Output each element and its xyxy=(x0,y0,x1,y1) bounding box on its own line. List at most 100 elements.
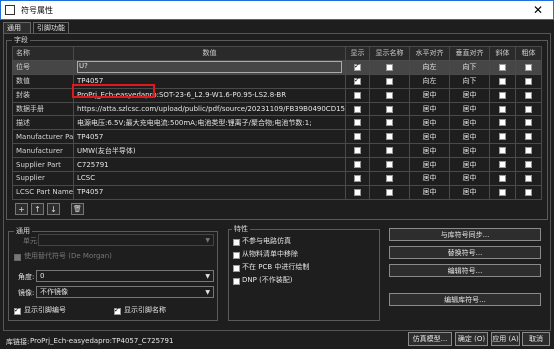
show-name-checkbox[interactable] xyxy=(369,129,410,145)
demorgan-checkbox[interactable] xyxy=(14,252,21,261)
show-checkbox[interactable] xyxy=(345,59,370,75)
checkbox[interactable] xyxy=(354,161,361,169)
checkbox[interactable] xyxy=(499,105,506,113)
show-name-checkbox[interactable] xyxy=(369,87,410,103)
attribute-checkbox[interactable] xyxy=(233,276,240,285)
checkbox[interactable] xyxy=(525,63,532,71)
show-checkbox[interactable] xyxy=(345,101,370,117)
field-value-cell[interactable]: TP4057 xyxy=(73,129,346,145)
show-checkbox[interactable] xyxy=(345,115,370,131)
show-name-checkbox[interactable] xyxy=(369,157,410,173)
italic-checkbox[interactable] xyxy=(489,59,516,75)
sim-model-button[interactable]: 仿真模型... xyxy=(408,332,452,346)
show-name-checkbox[interactable] xyxy=(369,171,410,186)
halign-cell[interactable]: 居中 xyxy=(409,184,450,200)
valign-cell[interactable]: 居中 xyxy=(449,157,490,173)
italic-checkbox[interactable] xyxy=(489,143,516,159)
move-down-button[interactable]: ↓ xyxy=(47,203,60,215)
checkbox[interactable] xyxy=(354,174,361,182)
apply-button[interactable]: 应用 (A) xyxy=(491,332,520,346)
checkbox[interactable] xyxy=(499,77,506,85)
valign-cell[interactable]: 居中 xyxy=(449,171,490,186)
mirror-select[interactable]: 不作镜像 ▼ xyxy=(36,286,214,298)
field-value-cell[interactable]: C725791 xyxy=(73,157,346,173)
angle-select[interactable]: 0 ▼ xyxy=(36,270,214,282)
add-field-button[interactable]: + xyxy=(15,203,28,215)
show-checkbox[interactable] xyxy=(345,171,370,186)
halign-cell[interactable]: 居中 xyxy=(409,101,450,117)
show-name-checkbox[interactable] xyxy=(369,73,410,89)
italic-checkbox[interactable] xyxy=(489,101,516,117)
checkbox[interactable] xyxy=(525,147,532,155)
checkbox[interactable] xyxy=(499,63,506,71)
delete-field-button[interactable]: 🗑 xyxy=(71,203,84,215)
edit-library-symbol-button[interactable]: 编辑库符号... xyxy=(389,293,541,306)
table-row[interactable]: Supplier Part C725791 居中 居中 xyxy=(12,157,542,173)
halign-cell[interactable]: 居中 xyxy=(409,87,450,103)
field-name-cell[interactable]: Supplier Part xyxy=(12,157,74,173)
halign-cell[interactable]: 居中 xyxy=(409,143,450,159)
checkbox[interactable] xyxy=(386,161,393,169)
italic-checkbox[interactable] xyxy=(489,115,516,131)
checkbox[interactable] xyxy=(499,174,506,182)
italic-checkbox[interactable] xyxy=(489,184,516,200)
close-icon[interactable]: ✕ xyxy=(533,3,543,17)
sync-library-symbol-button[interactable]: 与库符号同步... xyxy=(389,228,541,241)
valign-cell[interactable]: 居中 xyxy=(449,115,490,131)
show-pin-number-checkbox[interactable] xyxy=(14,306,21,315)
attribute-checkbox[interactable] xyxy=(233,250,240,259)
table-row[interactable]: 数据手册 https://atta.szlcsc.com/upload/publi… xyxy=(12,101,542,117)
halign-cell[interactable]: 向左 xyxy=(409,59,450,75)
checkbox[interactable] xyxy=(354,91,361,99)
show-checkbox[interactable] xyxy=(345,184,370,200)
valign-cell[interactable]: 向下 xyxy=(449,59,490,75)
table-row[interactable]: Manufacturer Part TP4057 居中 居中 xyxy=(12,129,542,145)
attribute-checkbox[interactable] xyxy=(233,237,240,246)
checkbox[interactable] xyxy=(525,105,532,113)
field-value-cell[interactable]: 电源电压:6.5V;最大充电电流:500mA;电池类型:锂离子/聚合物;电池节数… xyxy=(73,115,346,131)
show-checkbox[interactable] xyxy=(345,73,370,89)
bold-checkbox[interactable] xyxy=(515,101,542,117)
checkbox[interactable] xyxy=(386,105,393,113)
bold-checkbox[interactable] xyxy=(515,171,542,186)
italic-checkbox[interactable] xyxy=(489,129,516,145)
table-row[interactable]: Manufacturer UMW(友台半导体) 居中 居中 xyxy=(12,143,542,159)
field-value-cell[interactable]: U? xyxy=(73,59,346,75)
checkbox[interactable] xyxy=(499,147,506,155)
checkbox[interactable] xyxy=(386,188,393,196)
italic-checkbox[interactable] xyxy=(489,157,516,173)
halign-cell[interactable]: 居中 xyxy=(409,129,450,145)
field-name-cell[interactable]: 数据手册 xyxy=(12,101,74,117)
table-row[interactable]: 描述 电源电压:6.5V;最大充电电流:500mA;电池类型:锂离子/聚合物;电池… xyxy=(12,115,542,131)
checkbox[interactable] xyxy=(499,119,506,127)
checkbox[interactable] xyxy=(386,77,393,85)
field-name-cell[interactable]: 描述 xyxy=(12,115,74,131)
show-pin-name-checkbox[interactable] xyxy=(114,306,121,315)
show-name-checkbox[interactable] xyxy=(369,184,410,200)
checkbox[interactable] xyxy=(386,91,393,99)
checkbox[interactable] xyxy=(499,188,506,196)
italic-checkbox[interactable] xyxy=(489,73,516,89)
bold-checkbox[interactable] xyxy=(515,184,542,200)
replace-symbol-button[interactable]: 替换符号... xyxy=(389,246,541,259)
show-checkbox[interactable] xyxy=(345,143,370,159)
checkbox[interactable] xyxy=(525,133,532,141)
bold-checkbox[interactable] xyxy=(515,73,542,89)
italic-checkbox[interactable] xyxy=(489,171,516,186)
show-name-checkbox[interactable] xyxy=(369,59,410,75)
checkbox[interactable] xyxy=(386,147,393,155)
bold-checkbox[interactable] xyxy=(515,129,542,145)
checkbox[interactable] xyxy=(525,91,532,99)
checkbox[interactable] xyxy=(499,91,506,99)
cancel-button[interactable]: 取消 xyxy=(522,332,550,346)
show-name-checkbox[interactable] xyxy=(369,143,410,159)
bold-checkbox[interactable] xyxy=(515,115,542,131)
checkbox[interactable] xyxy=(354,62,361,71)
checkbox[interactable] xyxy=(354,76,361,85)
show-name-checkbox[interactable] xyxy=(369,101,410,117)
field-name-cell[interactable]: Supplier xyxy=(12,171,74,186)
checkbox[interactable] xyxy=(386,63,393,71)
field-name-cell[interactable]: Manufacturer xyxy=(12,143,74,159)
halign-cell[interactable]: 向左 xyxy=(409,73,450,89)
field-value-cell[interactable]: https://atta.szlcsc.com/upload/public/pd… xyxy=(73,101,346,117)
